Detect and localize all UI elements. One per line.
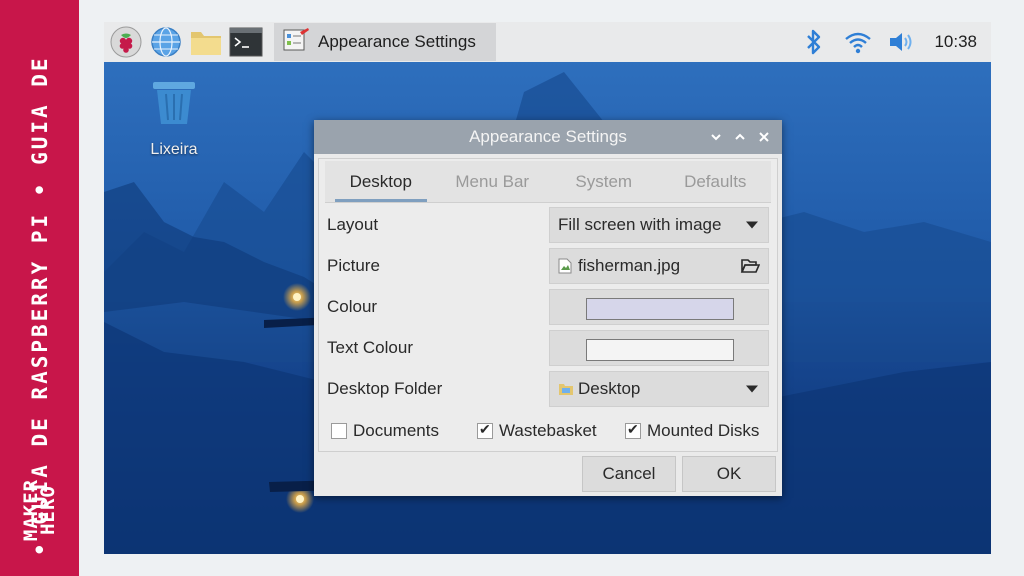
wastebasket-label: Wastebasket: [499, 421, 597, 440]
window-controls: [704, 120, 776, 154]
wastebasket-checkbox[interactable]: [477, 421, 493, 439]
documents-check[interactable]: Documents: [331, 421, 477, 441]
desktop-folder-value: Desktop: [578, 379, 641, 398]
colour-swatch: [586, 298, 734, 320]
colour-label: Colour: [327, 297, 378, 316]
layout-row: Layout Fill screen with image: [327, 207, 769, 243]
maximize-icon[interactable]: [728, 125, 752, 149]
mounted-disks-checkbox[interactable]: [625, 421, 641, 439]
image-file-icon: [558, 258, 572, 274]
dialog-titlebar[interactable]: Appearance Settings: [314, 120, 782, 154]
documents-label: Documents: [353, 421, 439, 440]
picture-file-chooser[interactable]: fisherman.jpg: [549, 248, 769, 284]
raspberry-menu-icon[interactable]: [108, 24, 144, 60]
desktop-folder-icon: [558, 381, 573, 397]
colour-button[interactable]: [549, 289, 769, 325]
brand-sidebar: • GUIA DE RASPBERRY PI • GUIA DE MAKER H…: [0, 0, 79, 576]
globe-browser-icon[interactable]: [148, 24, 184, 60]
wastebasket-check[interactable]: Wastebasket: [477, 421, 625, 441]
tab-menu-bar[interactable]: Menu Bar: [437, 161, 549, 202]
appearance-settings-icon: [282, 26, 310, 59]
clock: 10:38: [934, 32, 977, 51]
trash-label: Lixeira: [150, 141, 198, 158]
desktop-icons-checks: Documents Wastebasket Mounted Disks: [331, 417, 771, 445]
tab-defaults[interactable]: Defaults: [660, 161, 772, 202]
dialog-body: Desktop Menu Bar System Defaults Layout …: [318, 158, 778, 452]
close-icon[interactable]: [752, 125, 776, 149]
picture-row: Picture fisherman.jpg: [327, 248, 769, 284]
tab-bar: Desktop Menu Bar System Defaults: [325, 161, 771, 203]
mounted-disks-label: Mounted Disks: [647, 421, 760, 440]
text-colour-label: Text Colour: [327, 338, 413, 357]
layout-dropdown[interactable]: Fill screen with image: [549, 207, 769, 243]
task-appearance-settings[interactable]: Appearance Settings: [274, 23, 496, 61]
chevron-down-icon: [746, 385, 758, 393]
taskbar: Appearance Settings 10:38: [104, 22, 991, 62]
layout-label: Layout: [327, 215, 379, 234]
text-colour-swatch: [586, 339, 734, 361]
desktop-folder-row: Desktop Folder Desktop: [327, 371, 769, 407]
desktop-folder-label: Desktop Folder: [327, 379, 443, 398]
minimize-icon[interactable]: [704, 125, 728, 149]
folder-icon[interactable]: [188, 24, 224, 60]
desktop-folder-dropdown[interactable]: Desktop: [549, 371, 769, 407]
appearance-settings-dialog: Appearance Settings Desktop Menu Bar Sys…: [314, 120, 782, 496]
wifi-icon[interactable]: [842, 26, 874, 58]
ok-button[interactable]: OK: [682, 456, 776, 492]
text-colour-button[interactable]: [549, 330, 769, 366]
trash-icon: [149, 82, 199, 132]
chevron-down-icon: [746, 221, 758, 229]
volume-icon[interactable]: [886, 26, 918, 58]
terminal-icon[interactable]: [228, 24, 264, 60]
picture-label: Picture: [327, 256, 380, 275]
desktop-screen: Appearance Settings 10:38 Lixeira Appear…: [104, 22, 991, 554]
mounted-disks-check[interactable]: Mounted Disks: [625, 421, 759, 441]
colour-row: Colour: [327, 289, 769, 325]
system-tray: 10:38: [786, 22, 991, 62]
cancel-button[interactable]: Cancel: [582, 456, 676, 492]
documents-checkbox[interactable]: [331, 423, 347, 439]
bluetooth-icon[interactable]: [798, 26, 830, 58]
brand-logo: MAKER HERO: [20, 478, 59, 542]
layout-value: Fill screen with image: [558, 215, 722, 234]
picture-value: fisherman.jpg: [578, 256, 681, 275]
task-button-label: Appearance Settings: [318, 32, 476, 51]
desktop-trash[interactable]: Lixeira: [138, 78, 210, 159]
tab-desktop[interactable]: Desktop: [325, 161, 437, 202]
text-colour-row: Text Colour: [327, 330, 769, 366]
tab-system[interactable]: System: [548, 161, 660, 202]
folder-open-icon: [740, 257, 761, 280]
